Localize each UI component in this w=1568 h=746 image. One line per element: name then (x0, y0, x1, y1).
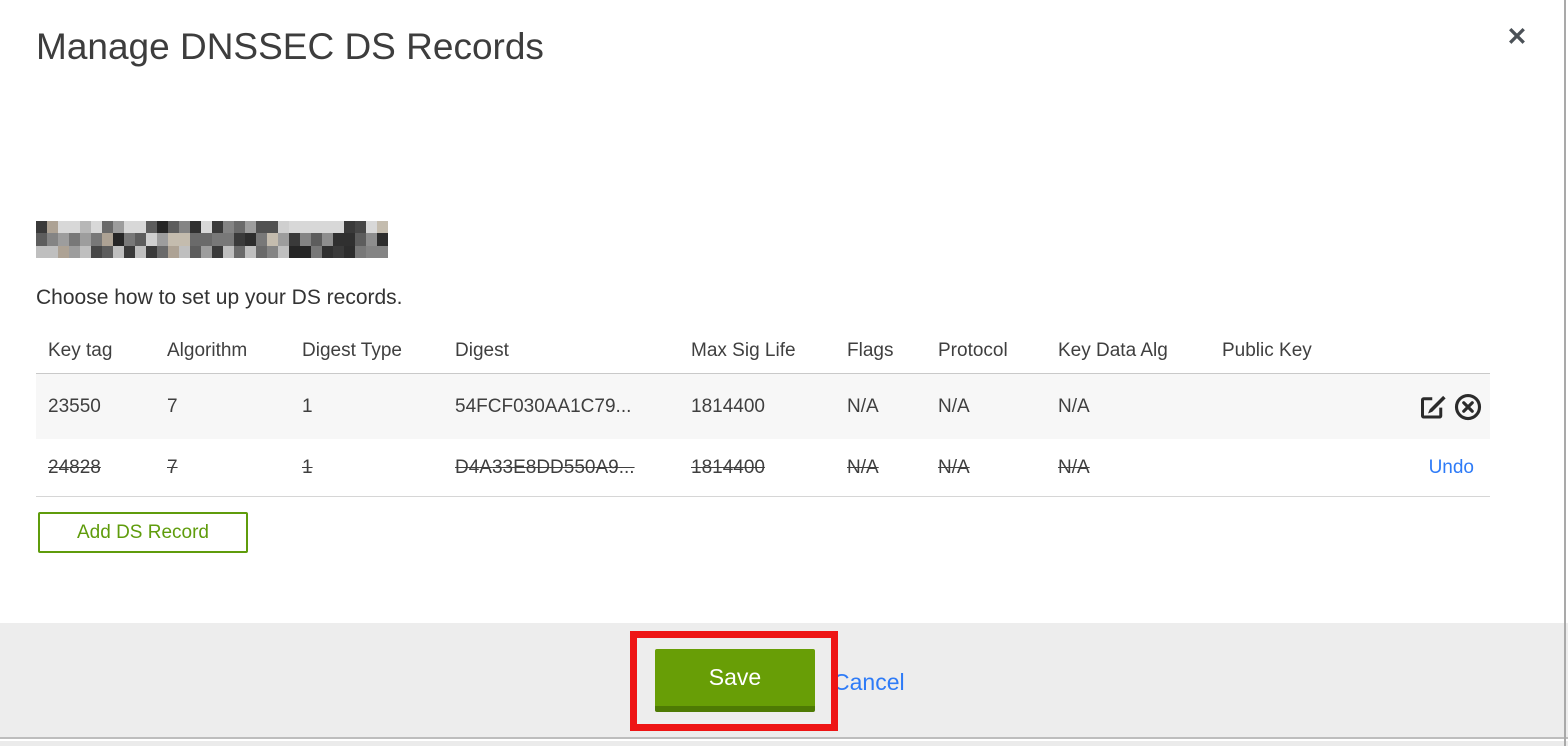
cell-digest: D4A33E8DD550A9... (455, 456, 635, 478)
column-header-digest-type: Digest Type (302, 340, 402, 361)
cell-algorithm: 7 (167, 395, 178, 417)
column-header-public-key: Public Key (1222, 340, 1312, 361)
column-header-protocol: Protocol (938, 340, 1008, 361)
window-right-edge (1564, 0, 1566, 746)
cell-algorithm: 7 (167, 456, 178, 478)
cell-key-data-alg: N/A (1058, 456, 1090, 478)
column-header-key-tag: Key tag (48, 340, 113, 361)
cell-key-tag: 23550 (48, 395, 101, 417)
cell-digest-type: 1 (302, 395, 313, 417)
cell-protocol: N/A (938, 456, 970, 478)
cell-key-tag: 24828 (48, 456, 101, 478)
table-header-row: Key tag Algorithm Digest Type Digest Max… (36, 329, 1490, 373)
table-row: 23550 7 1 54FCF030AA1C79... 1814400 N/A … (36, 373, 1490, 439)
subtitle-text: Choose how to set up your DS records. (36, 286, 403, 309)
column-header-key-data-alg: Key Data Alg (1058, 340, 1168, 361)
cell-max-sig-life: 1814400 (691, 456, 765, 478)
column-header-digest: Digest (455, 340, 509, 361)
column-header-flags: Flags (847, 340, 894, 361)
dnssec-dialog: Manage DNSSEC DS Records ✕ Choose how to… (0, 0, 1568, 746)
cell-protocol: N/A (938, 395, 970, 417)
cell-max-sig-life: 1814400 (691, 395, 765, 417)
ds-records-table: Key tag Algorithm Digest Type Digest Max… (36, 329, 1490, 497)
cell-digest: 54FCF030AA1C79... (455, 395, 632, 417)
redacted-domain-name (36, 221, 388, 258)
column-header-algorithm: Algorithm (167, 340, 248, 361)
delete-icon[interactable] (1452, 391, 1484, 423)
cancel-link[interactable]: Cancel (833, 669, 905, 696)
cell-key-data-alg: N/A (1058, 395, 1090, 417)
cell-flags: N/A (847, 456, 879, 478)
row-actions (1390, 391, 1490, 423)
page-background-strip (0, 741, 1568, 746)
page-title: Manage DNSSEC DS Records (36, 26, 544, 67)
column-header-max-sig-life: Max Sig Life (691, 340, 796, 361)
table-row-deleted: 24828 7 1 D4A33E8DD550A9... 1814400 N/A … (36, 439, 1490, 497)
add-ds-record-button[interactable]: Add DS Record (38, 512, 248, 553)
cell-digest-type: 1 (302, 456, 313, 478)
undo-link[interactable]: Undo (1429, 457, 1484, 479)
close-icon[interactable]: ✕ (1500, 20, 1534, 54)
cell-flags: N/A (847, 395, 879, 417)
row-actions: Undo (1390, 457, 1490, 479)
edit-icon[interactable] (1416, 391, 1448, 423)
save-button[interactable]: Save (655, 649, 815, 712)
